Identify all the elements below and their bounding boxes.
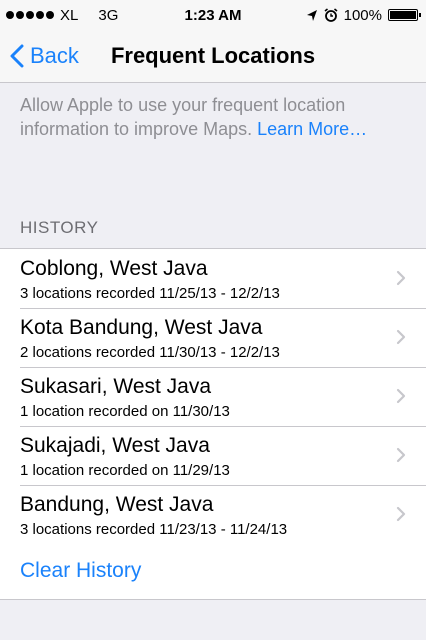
history-row-subtitle: 1 location recorded on 11/29/13: [20, 462, 230, 479]
clear-history-row: Clear History: [0, 542, 426, 600]
battery-icon: [388, 9, 421, 21]
history-row-sukasari[interactable]: Sukasari, West Java 1 location recorded …: [0, 367, 426, 426]
location-arrow-icon: [306, 9, 317, 21]
learn-more-link[interactable]: Learn More…: [257, 119, 367, 139]
history-list: Coblong, West Java 3 locations recorded …: [0, 248, 426, 545]
history-row-title: Bandung, West Java: [20, 493, 214, 516]
status-bar: XL 3G 1:23 AM 100%: [0, 0, 426, 30]
battery-fill: [390, 11, 416, 19]
back-button[interactable]: Back: [10, 30, 79, 82]
alarm-clock-icon: [324, 8, 338, 22]
chevron-right-icon: [396, 447, 406, 463]
history-row-subtitle: 2 locations recorded 11/30/13 - 12/2/13: [20, 344, 280, 361]
history-row-title: Sukajadi, West Java: [20, 434, 210, 457]
history-row-sukajadi[interactable]: Sukajadi, West Java 1 location recorded …: [0, 426, 426, 485]
history-row-bandung[interactable]: Bandung, West Java 3 locations recorded …: [0, 485, 426, 544]
history-row-coblong[interactable]: Coblong, West Java 3 locations recorded …: [0, 249, 426, 308]
history-row-subtitle: 3 locations recorded 11/23/13 - 11/24/13: [20, 521, 288, 538]
history-row-title: Sukasari, West Java: [20, 375, 212, 398]
back-label: Back: [30, 43, 79, 68]
chevron-right-icon: [396, 388, 406, 404]
history-row-kota-bandung[interactable]: Kota Bandung, West Java 2 locations reco…: [0, 308, 426, 367]
clear-history-button[interactable]: Clear History: [20, 542, 141, 600]
navigation-bar: Back Frequent Locations: [0, 30, 426, 83]
back-chevron-icon: [10, 44, 24, 68]
chevron-right-icon: [396, 270, 406, 286]
history-section-header: HISTORY: [20, 218, 99, 237]
chevron-right-icon: [396, 329, 406, 345]
history-row-title: Coblong, West Java: [20, 257, 208, 280]
history-row-title: Kota Bandung, West Java: [20, 316, 263, 339]
history-row-subtitle: 1 location recorded on 11/30/13: [20, 403, 230, 420]
description-text: Allow Apple to use your frequent locatio…: [20, 93, 410, 141]
battery-percent: 100%: [343, 6, 382, 24]
status-right: 100%: [306, 0, 421, 30]
history-row-subtitle: 3 locations recorded 11/25/13 - 12/2/13: [20, 285, 280, 302]
chevron-right-icon: [396, 506, 406, 522]
